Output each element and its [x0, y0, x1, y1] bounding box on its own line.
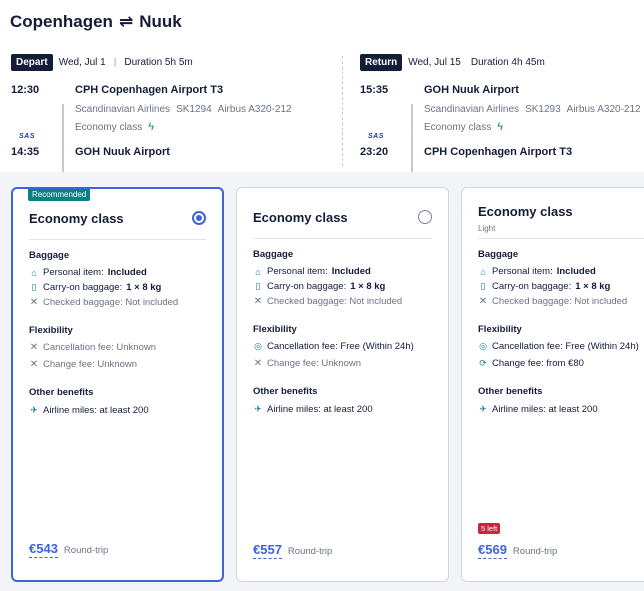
- bag-icon: ⌂: [255, 266, 261, 277]
- close-icon: ✕: [478, 296, 488, 307]
- suitcase-icon: ▯: [31, 282, 37, 292]
- lightning-icon: ϟ: [497, 121, 504, 133]
- depart-timeline: [62, 104, 64, 172]
- close-icon: ✕: [29, 342, 39, 353]
- depart-dep-time: 12:30: [11, 84, 40, 96]
- depart-divider: |: [113, 57, 117, 68]
- depart-dep-airport: CPH Copenhagen Airport T3: [75, 84, 224, 96]
- carry-on: ▯ Carry-on baggage: 1 × 8 kg: [29, 282, 162, 293]
- return-dep-time: 15:35: [360, 84, 389, 96]
- sas-logo-icon: SAS: [19, 133, 35, 140]
- return-arr-time: 23:20: [360, 146, 389, 158]
- baggage-heading: Baggage: [478, 249, 519, 260]
- change-fee: ✕ Change fee: Unknown: [29, 359, 138, 370]
- return-date: Wed, Jul 15: [408, 57, 461, 68]
- depart-badge: Depart: [11, 54, 53, 71]
- depart-leg: Depart Wed, Jul 1 | Duration 5h 5m 12:30…: [11, 54, 311, 172]
- origin-city: Copenhagen: [10, 12, 113, 31]
- fare-card-economy[interactable]: Economy class Baggage ⌂ Personal item: In…: [236, 187, 449, 582]
- recommended-badge: Recommended: [28, 189, 91, 201]
- bag-icon: ⌂: [31, 267, 37, 278]
- cancellation-fee: ◎ Cancellation fee: Free (Within 24h): [254, 341, 414, 352]
- airline-miles: ✈ Airline miles: at least 200: [254, 404, 373, 415]
- suitcase-icon: ▯: [255, 281, 261, 291]
- destination-city: Nuuk: [139, 12, 182, 31]
- depart-cabin: Economy class ϟ: [75, 121, 155, 133]
- miles-icon: ✈: [254, 404, 262, 414]
- refund-icon: ◎: [254, 341, 262, 351]
- return-dep-airport: GOH Nuuk Airport: [424, 84, 519, 96]
- airline-miles: ✈ Airline miles: at least 200: [30, 405, 149, 416]
- fare-title: Economy class: [29, 211, 124, 226]
- return-timeline: [411, 104, 413, 172]
- fare-price[interactable]: €543 Round-trip: [29, 541, 108, 558]
- fare-card-economy[interactable]: Recommended Economy class Baggage ⌂ Perso…: [11, 187, 224, 582]
- refund-icon: ◎: [479, 341, 487, 351]
- cancellation-fee: ✕ Cancellation fee: Unknown: [29, 342, 157, 353]
- return-leg: Return Wed, Jul 15 Duration 4h 45m 15:35…: [360, 54, 644, 172]
- fare-subtitle: Light: [478, 224, 496, 233]
- seats-left-badge: 5 left: [478, 523, 501, 534]
- other-benefits-heading: Other benefits: [478, 386, 543, 397]
- return-cabin: Economy class ϟ: [424, 121, 504, 133]
- airline-miles: ✈ Airline miles: at least 200: [479, 404, 598, 415]
- personal-item: ⌂ Personal item: Included: [29, 267, 147, 278]
- close-icon: ✕: [29, 359, 39, 370]
- baggage-heading: Baggage: [253, 249, 294, 260]
- route-title: Copenhagen ⇌ Nuuk: [10, 12, 182, 32]
- carry-on: ▯ Carry-on baggage: 1 × 8 kg: [478, 281, 611, 292]
- change-fee: ✕ Change fee: Unknown: [253, 358, 362, 369]
- fare-title: Economy class: [478, 204, 573, 219]
- checked-baggage: ✕ Checked baggage: Not included: [29, 297, 179, 308]
- fare-card-economy-light[interactable]: Economy class Light Baggage ⌂ Personal it…: [461, 187, 644, 582]
- flexibility-heading: Flexibility: [29, 325, 73, 336]
- flexibility-heading: Flexibility: [478, 324, 522, 335]
- fare-price[interactable]: €569 Round-trip: [478, 542, 557, 559]
- fare-radio[interactable]: [192, 211, 206, 225]
- fare-radio[interactable]: [418, 210, 432, 224]
- depart-duration: Duration 5h 5m: [124, 57, 193, 68]
- return-badge: Return: [360, 54, 403, 71]
- checked-baggage: ✕ Checked baggage: Not included: [253, 296, 403, 307]
- depart-flight-info: Scandinavian Airlines SK1294 Airbus A320-2…: [75, 104, 292, 115]
- depart-arr-time: 14:35: [11, 146, 40, 158]
- miles-icon: ✈: [30, 405, 38, 415]
- checked-baggage: ✕ Checked baggage: Not included: [478, 296, 628, 307]
- close-icon: ✕: [253, 358, 263, 369]
- exchange-icon: ⟳: [479, 358, 487, 368]
- depart-date: Wed, Jul 1: [58, 57, 106, 68]
- sas-logo-icon: SAS: [368, 133, 384, 140]
- change-fee: ⟳ Change fee: from €80: [479, 358, 584, 369]
- flexibility-heading: Flexibility: [253, 324, 297, 335]
- return-duration: Duration 4h 45m: [470, 57, 545, 68]
- other-benefits-heading: Other benefits: [253, 386, 318, 397]
- baggage-heading: Baggage: [29, 250, 70, 261]
- lightning-icon: ϟ: [148, 121, 155, 133]
- carry-on: ▯ Carry-on baggage: 1 × 8 kg: [253, 281, 386, 292]
- depart-arr-airport: GOH Nuuk Airport: [75, 146, 170, 158]
- other-benefits-heading: Other benefits: [29, 387, 94, 398]
- leg-divider: [342, 56, 343, 166]
- personal-item: ⌂ Personal item: Included: [478, 266, 596, 277]
- fare-price[interactable]: €557 Round-trip: [253, 542, 332, 559]
- personal-item: ⌂ Personal item: Included: [253, 266, 371, 277]
- bag-icon: ⌂: [480, 266, 486, 277]
- return-arr-airport: CPH Copenhagen Airport T3: [424, 146, 573, 158]
- suitcase-icon: ▯: [480, 281, 486, 291]
- miles-icon: ✈: [479, 404, 487, 414]
- cancellation-fee: ◎ Cancellation fee: Free (Within 24h): [479, 341, 639, 352]
- return-flight-info: Scandinavian Airlines SK1293 Airbus A320-2…: [424, 104, 641, 115]
- close-icon: ✕: [29, 297, 39, 308]
- close-icon: ✕: [253, 296, 263, 307]
- fare-title: Economy class: [253, 210, 348, 225]
- swap-icon: ⇌: [118, 12, 134, 31]
